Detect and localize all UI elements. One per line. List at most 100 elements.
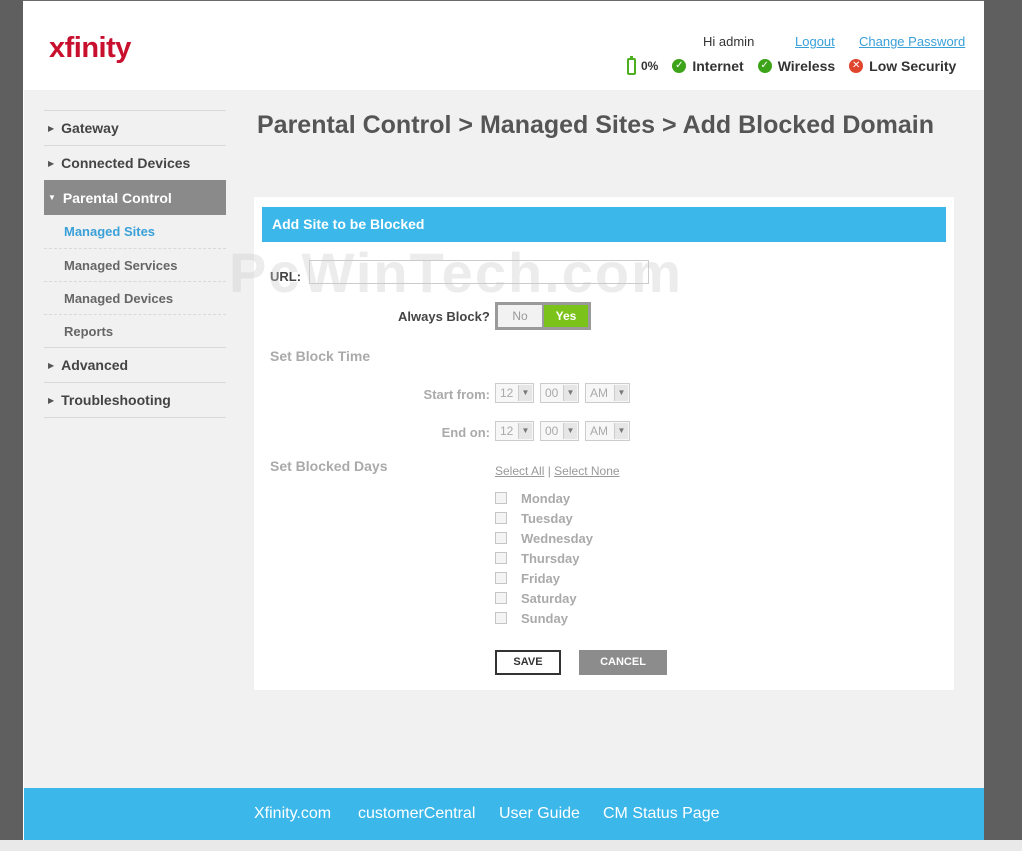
nav-item-troubleshooting[interactable]: ▶ Troubleshooting [44, 382, 226, 417]
toggle-yes-option[interactable]: Yes [544, 305, 588, 327]
nav-sub-managed-sites[interactable]: Managed Sites [44, 215, 226, 248]
security-status: Low Security [869, 58, 957, 74]
start-from-label: Start from: [423, 387, 490, 402]
nav-divider [44, 417, 226, 418]
day-row-tuesday: Tuesday [495, 509, 573, 527]
save-button[interactable]: SAVE [495, 650, 561, 675]
select-none-link[interactable]: Select None [554, 464, 619, 478]
nav-label: Connected Devices [61, 155, 191, 171]
friday-checkbox[interactable] [495, 572, 507, 584]
nav-label: Troubleshooting [61, 392, 171, 408]
dropdown-arrow-icon: ▼ [614, 423, 628, 439]
dropdown-arrow-icon: ▼ [563, 423, 577, 439]
day-label: Sunday [521, 610, 568, 626]
set-blocked-days-heading: Set Blocked Days [270, 458, 388, 474]
url-label: URL: [270, 269, 302, 284]
always-block-label: Always Block? [398, 309, 490, 324]
sidebar-nav: ▶ Gateway ▶ Connected Devices ▼ Parental… [44, 110, 226, 418]
dropdown-arrow-icon: ▼ [518, 385, 532, 401]
select-links: Select All | Select None [495, 464, 620, 478]
link-separator: | [547, 464, 551, 478]
page: xfinity Hi admin Logout Change Password … [24, 2, 984, 840]
nav-item-parental-control[interactable]: ▼ Parental Control [44, 180, 226, 215]
footer: Xfinity.com customerCentral User Guide C… [24, 788, 984, 840]
saturday-checkbox[interactable] [495, 592, 507, 604]
end-hour-select[interactable]: 12 ▼ [495, 421, 534, 441]
security-warning-icon: ✕ [849, 59, 864, 73]
page-title: Parental Control > Managed Sites > Add B… [257, 111, 934, 139]
window-bottom-edge [0, 840, 1022, 851]
nav-label: Gateway [61, 120, 119, 136]
day-label: Monday [521, 490, 571, 506]
sunday-checkbox[interactable] [495, 612, 507, 624]
chevron-right-icon: ▶ [48, 158, 55, 168]
chevron-right-icon: ▶ [48, 123, 55, 133]
select-all-link[interactable]: Select All [495, 464, 544, 478]
chevron-right-icon: ▶ [48, 360, 55, 370]
thursday-checkbox[interactable] [495, 552, 507, 564]
day-label: Friday [521, 570, 561, 586]
select-value: 00 [545, 424, 559, 438]
internet-check-icon: ✓ [672, 59, 687, 73]
change-password-link[interactable]: Change Password [859, 34, 965, 49]
day-row-saturday: Saturday [495, 589, 577, 607]
add-blocked-site-form: Add Site to be Blocked URL: Always Block… [254, 197, 954, 690]
start-minute-select[interactable]: 00 ▼ [540, 383, 579, 403]
day-label: Thursday [521, 550, 580, 566]
battery-level: 0% [641, 59, 659, 73]
day-row-monday: Monday [495, 489, 570, 507]
nav-label: Advanced [61, 357, 129, 373]
nav-sub-managed-services[interactable]: Managed Services [44, 248, 226, 281]
window-border-right [984, 0, 1022, 851]
user-greeting: Hi admin [703, 34, 755, 49]
cancel-button[interactable]: CANCEL [579, 650, 667, 675]
day-row-friday: Friday [495, 569, 560, 587]
toggle-no-option[interactable]: No [498, 305, 542, 327]
header: xfinity Hi admin Logout Change Password … [24, 2, 984, 90]
select-value: AM [590, 424, 608, 438]
set-block-time-heading: Set Block Time [270, 348, 371, 364]
select-value: 12 [500, 424, 514, 438]
nav-item-connected-devices[interactable]: ▶ Connected Devices [44, 145, 226, 180]
select-value: AM [590, 386, 608, 400]
day-label: Wednesday [521, 530, 594, 546]
nav-item-advanced[interactable]: ▶ Advanced [44, 347, 226, 382]
url-input[interactable] [309, 260, 649, 284]
nav-sub-managed-devices[interactable]: Managed Devices [44, 281, 226, 314]
start-ampm-select[interactable]: AM ▼ [585, 383, 630, 403]
footer-link-xfinity[interactable]: Xfinity.com [254, 805, 331, 823]
day-label: Tuesday [521, 510, 573, 526]
footer-link-cm-status[interactable]: CM Status Page [603, 805, 720, 823]
day-row-sunday: Sunday [495, 609, 568, 627]
wednesday-checkbox[interactable] [495, 532, 507, 544]
nav-label: Parental Control [62, 189, 172, 206]
internet-status: Internet [692, 58, 744, 74]
day-label: Saturday [521, 590, 577, 606]
end-on-label: End on: [441, 425, 490, 440]
monday-checkbox[interactable] [495, 492, 507, 504]
dropdown-arrow-icon: ▼ [563, 385, 577, 401]
day-row-wednesday: Wednesday [495, 529, 593, 547]
wireless-check-icon: ✓ [757, 59, 772, 73]
end-ampm-select[interactable]: AM ▼ [585, 421, 630, 441]
nav-sub-reports[interactable]: Reports [44, 314, 226, 347]
tuesday-checkbox[interactable] [495, 512, 507, 524]
logout-link[interactable]: Logout [795, 34, 835, 49]
dropdown-arrow-icon: ▼ [614, 385, 628, 401]
dropdown-arrow-icon: ▼ [518, 423, 532, 439]
select-value: 12 [500, 386, 514, 400]
select-value: 00 [545, 386, 559, 400]
form-heading: Add Site to be Blocked [262, 207, 946, 242]
start-hour-select[interactable]: 12 ▼ [495, 383, 534, 403]
always-block-toggle[interactable]: No Yes [495, 302, 591, 330]
wireless-status: Wireless [777, 58, 836, 74]
footer-link-customer-central[interactable]: customerCentral [358, 805, 475, 823]
battery-icon [627, 55, 636, 75]
chevron-right-icon: ▶ [48, 395, 55, 405]
xfinity-logo: xfinity [49, 32, 131, 64]
status-bar: 0% ✓ Internet ✓ Wireless ✕ Low Security [627, 55, 957, 76]
end-minute-select[interactable]: 00 ▼ [540, 421, 579, 441]
nav-item-gateway[interactable]: ▶ Gateway [44, 110, 226, 145]
footer-link-user-guide[interactable]: User Guide [499, 805, 580, 823]
chevron-down-icon: ▼ [48, 193, 56, 202]
